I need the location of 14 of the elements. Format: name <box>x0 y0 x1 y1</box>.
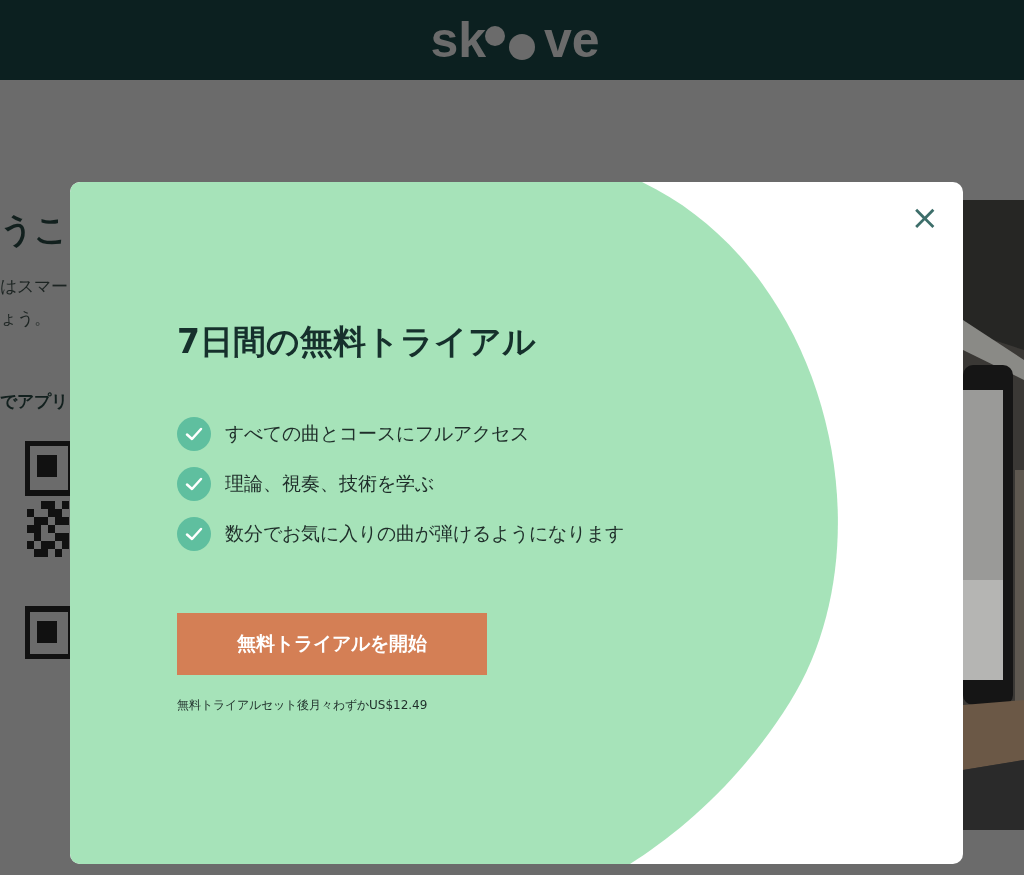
close-button[interactable]: × <box>910 200 939 234</box>
logo-text: ve <box>544 15 600 65</box>
price-note: 無料トライアルセット後月々わずかUS$12.49 <box>177 697 428 714</box>
page-label: でアプリ <box>0 390 68 413</box>
logo-text: sk <box>430 15 486 65</box>
page-text: はスマー <box>0 275 68 298</box>
feature-text: すべての曲とコースにフルアクセス <box>225 421 529 446</box>
start-trial-button[interactable]: 無料トライアルを開始 <box>177 613 487 675</box>
qr-code-icon <box>25 441 70 659</box>
page-heading: うこ <box>0 213 68 246</box>
feature-text: 数分でお気に入りの曲が弾けるようになります <box>225 521 624 546</box>
modal-title: 7日間の無料トライアル <box>177 321 536 363</box>
page-text: ょう。 <box>0 307 51 330</box>
feature-text: 理論、視奏、技術を学ぶ <box>225 471 434 496</box>
